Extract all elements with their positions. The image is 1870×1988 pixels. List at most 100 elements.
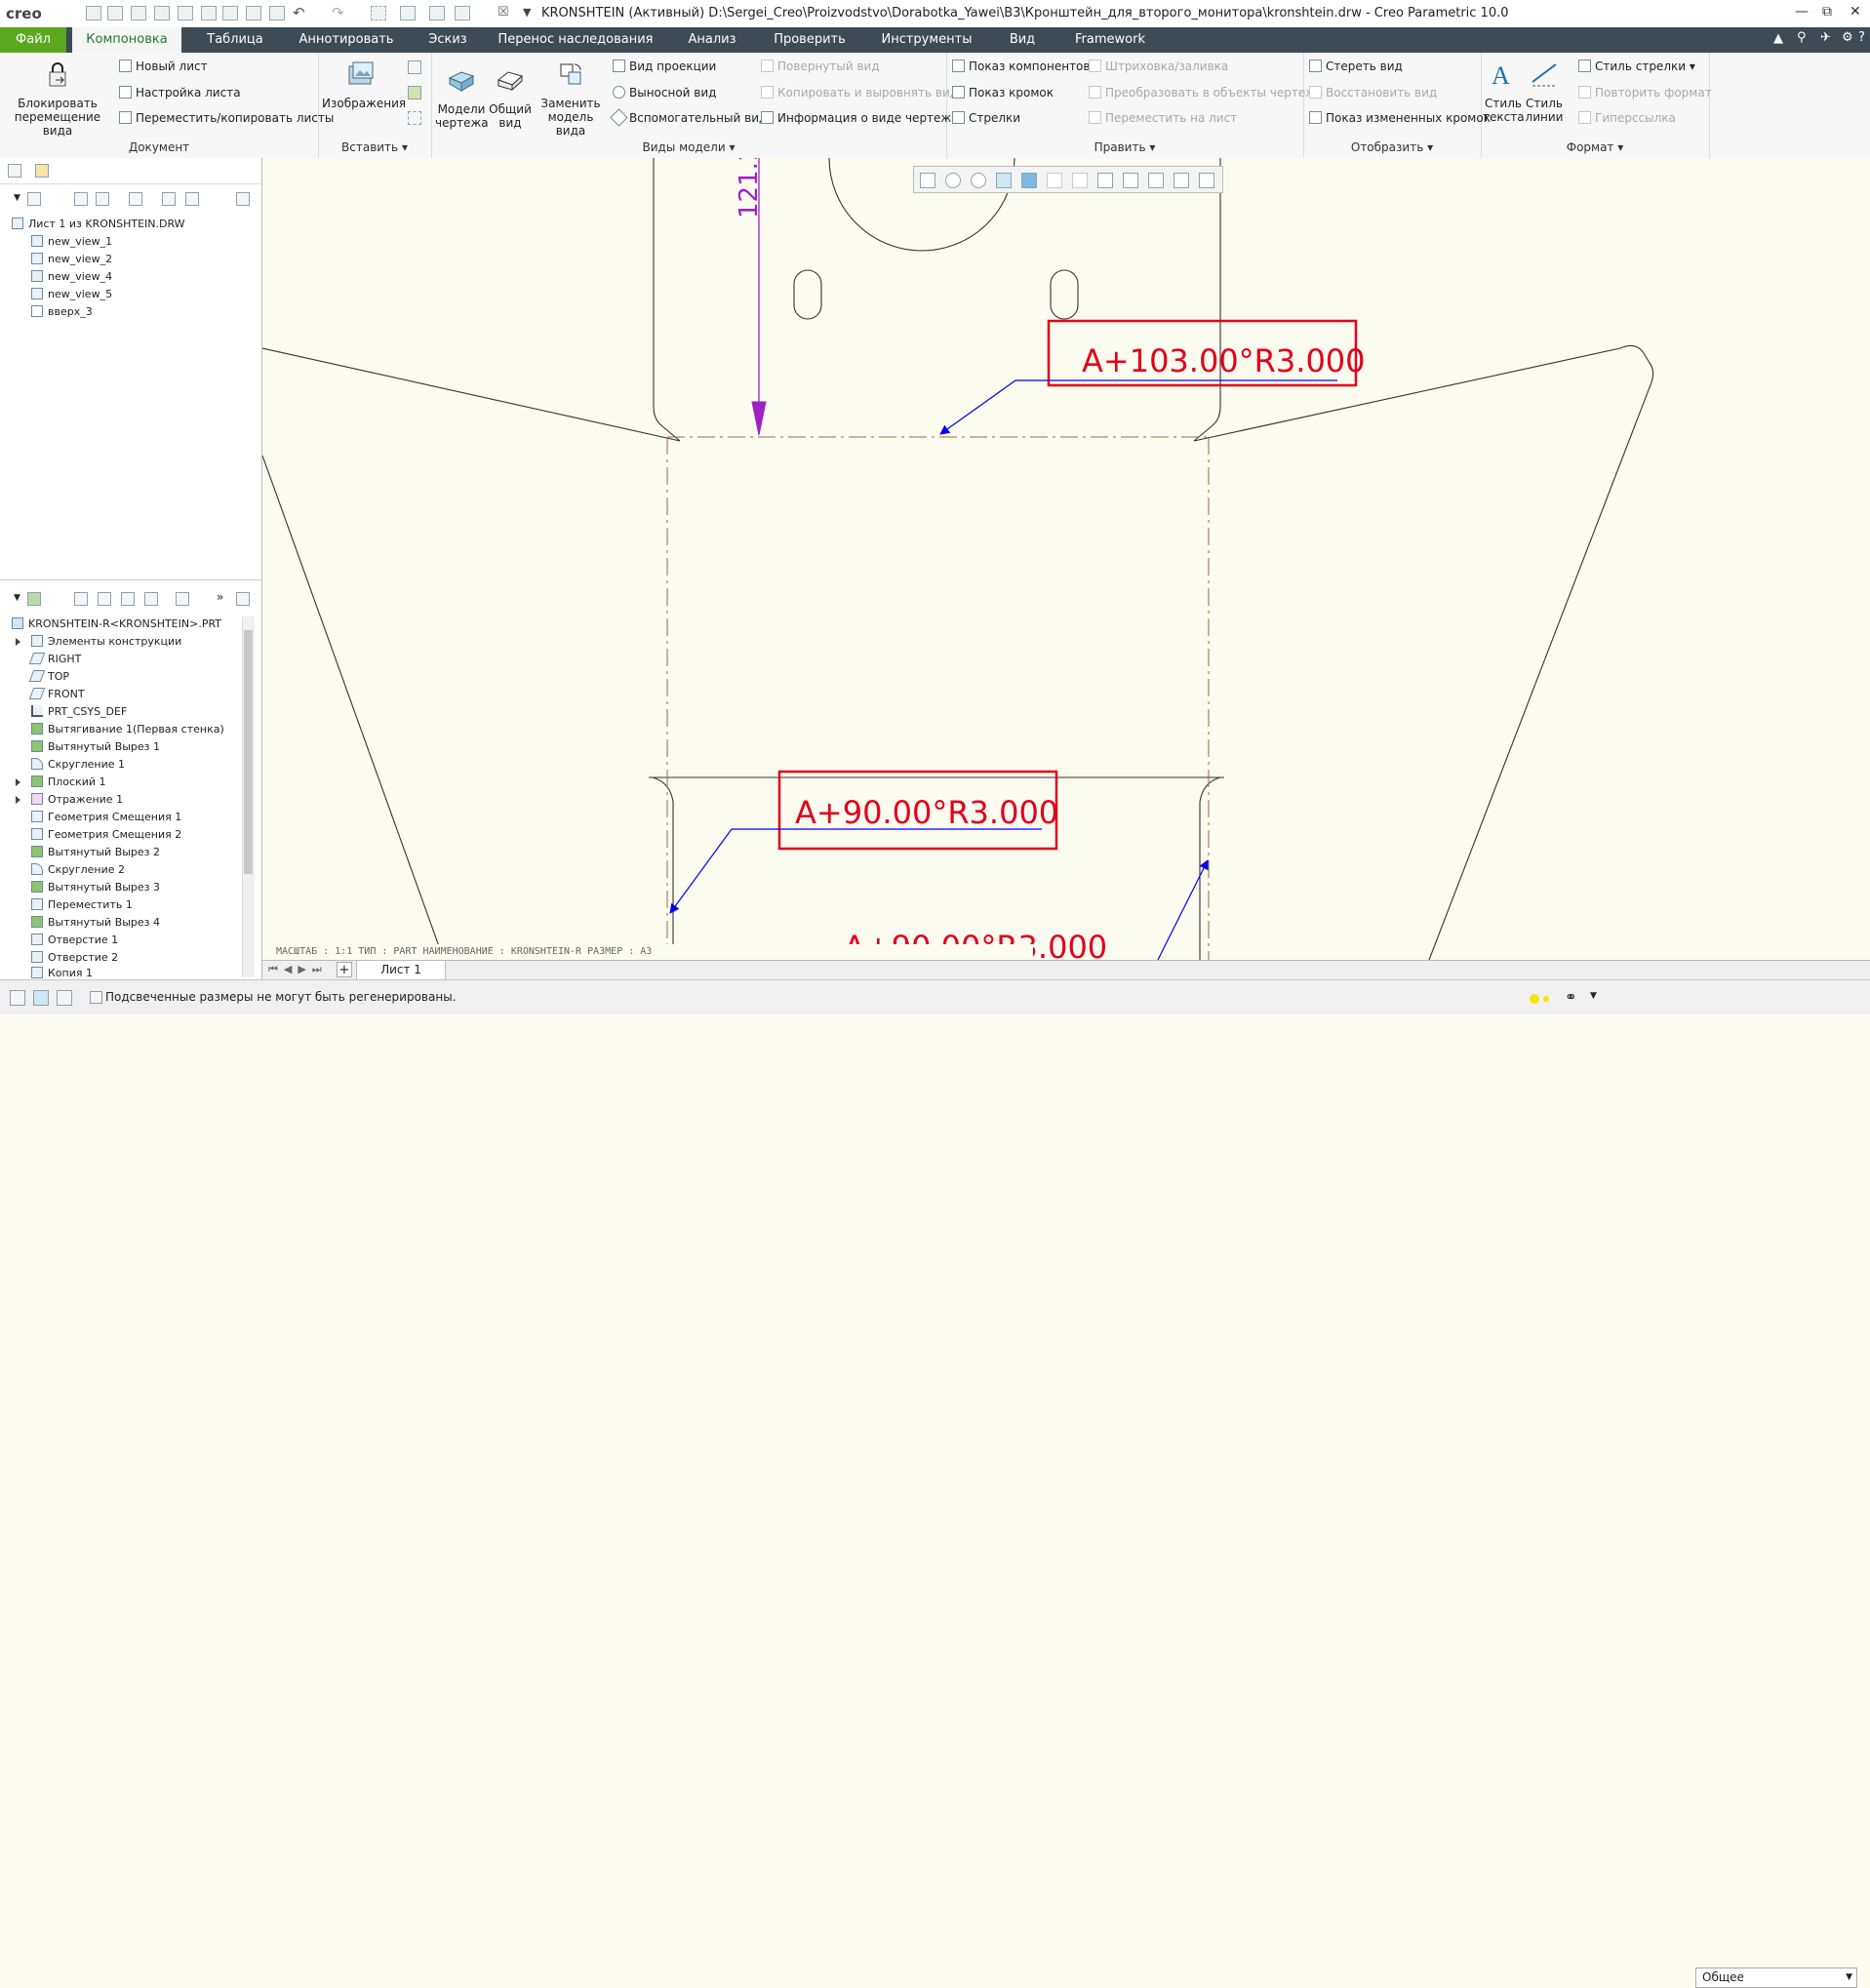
view-manager-icon[interactable] — [1072, 173, 1088, 188]
arrow-up-icon[interactable]: ▲ — [1773, 31, 1783, 46]
filter-icon[interactable] — [176, 592, 189, 606]
model-tree-item[interactable]: Скругление 2 — [31, 861, 125, 879]
insert-object-icon[interactable] — [408, 60, 421, 74]
saved-orientations-icon[interactable] — [1047, 173, 1062, 188]
model-tree-item[interactable]: TOP — [28, 668, 69, 686]
browser-toggle-icon[interactable] — [33, 990, 49, 1006]
show-edges-button[interactable]: Показ кромок — [952, 83, 1054, 102]
plane-display-icon[interactable] — [1123, 173, 1138, 188]
tree-filter-icon[interactable] — [74, 192, 88, 206]
text-style-button[interactable]: A Стиль текста — [1483, 59, 1525, 124]
repaint-icon[interactable] — [996, 173, 1012, 188]
sheet-navigation[interactable]: ⏮◀▶⏭ — [268, 963, 328, 976]
erase-view-button[interactable]: Стереть вид — [1309, 57, 1403, 76]
group-label-edit[interactable]: Править ▾ — [946, 140, 1303, 154]
close-button[interactable]: ✕ — [1850, 4, 1861, 20]
chevron-down-icon[interactable]: ▼ — [14, 193, 20, 203]
datum-display-icon[interactable] — [1097, 173, 1113, 188]
zoom-in-icon[interactable] — [945, 173, 961, 188]
drawing-view-info-button[interactable]: Информация о виде чертежа — [761, 108, 959, 128]
tree-columns-icon[interactable] — [96, 192, 109, 206]
regen-status-icon[interactable] — [1530, 994, 1539, 1004]
save-copy-icon[interactable] — [201, 6, 217, 20]
lock-view-move-button[interactable]: Блокировать перемещение вида — [4, 59, 111, 138]
open-session-icon[interactable] — [131, 6, 146, 20]
panel-options-icon[interactable] — [236, 192, 250, 206]
copy-align-view-button[interactable]: Копировать и выровнять вид — [761, 83, 958, 102]
drawing-models-button[interactable]: Модели чертежа — [435, 64, 489, 130]
group-label-insert[interactable]: Вставить ▾ — [318, 140, 431, 154]
display-style-icon[interactable] — [1021, 173, 1037, 188]
model-tree-item[interactable]: Скругление 1 — [31, 756, 125, 774]
minimize-button[interactable]: — — [1795, 4, 1809, 20]
tree-columns-icon[interactable] — [144, 592, 158, 606]
close-icon[interactable]: ☒ — [497, 5, 509, 20]
chevron-down-icon[interactable]: ▼ — [1590, 991, 1597, 1001]
model-tree-item[interactable]: Вытянутый Вырез 3 — [31, 879, 160, 896]
arrows-button[interactable]: Стрелки — [952, 108, 1020, 128]
navigator-toggle-icon[interactable] — [10, 990, 25, 1006]
open-file-icon[interactable] — [107, 6, 123, 20]
undo-icon[interactable]: ↶ — [293, 4, 305, 21]
expand-arrow-icon[interactable] — [16, 796, 20, 804]
insert-table-icon[interactable] — [408, 86, 421, 99]
add-sheet-button[interactable]: + — [337, 962, 352, 977]
tab-analysis[interactable]: Анализ — [678, 27, 746, 53]
model-tree-item[interactable]: Вытягивание 1(Первая стенка) — [31, 721, 224, 738]
new-file-icon[interactable] — [86, 6, 101, 20]
print-icon[interactable] — [246, 6, 261, 20]
help-icon[interactable]: ? — [1858, 30, 1865, 45]
tab-file[interactable]: Файл — [0, 27, 66, 53]
tab-tools[interactable]: Инструменты — [873, 27, 980, 53]
tab-view[interactable]: Вид — [995, 27, 1050, 53]
tree-item-view[interactable]: new_view_5 — [31, 286, 112, 303]
model-tree-item[interactable]: Отверстие 1 — [31, 932, 118, 949]
model-view-icon[interactable] — [74, 592, 88, 606]
revolved-view-button[interactable]: Повернутый вид — [761, 57, 880, 76]
axis-display-icon[interactable] — [1148, 173, 1164, 188]
zoom-out-icon[interactable] — [971, 173, 986, 188]
windows-icon[interactable] — [455, 6, 470, 20]
expand-tree-icon[interactable] — [98, 592, 111, 606]
group-label-format[interactable]: Формат ▾ — [1481, 140, 1709, 154]
model-tree-item[interactable]: Элементы конструкции — [31, 633, 181, 651]
projection-view-button[interactable]: Вид проекции — [613, 57, 716, 76]
tab-review[interactable]: Проверить — [761, 27, 858, 53]
expand-arrow-icon[interactable] — [16, 638, 20, 646]
selection-filter[interactable]: Общее ▼ — [1695, 1968, 1857, 1988]
close-window-icon[interactable] — [269, 6, 285, 20]
drawing-canvas[interactable]: 121.1 A+103.00°R3.000 A+90.00°R3.000 A+9… — [262, 158, 1870, 960]
restore-button[interactable]: ⧉ — [1822, 4, 1832, 20]
tree-item-view[interactable]: new_view_1 — [31, 233, 112, 251]
chevron-down-icon[interactable]: ▼ — [14, 593, 20, 603]
csys-display-icon[interactable] — [1199, 173, 1214, 188]
selection-box-icon[interactable] — [371, 6, 386, 20]
tab-sketch[interactable]: Эскиз — [415, 27, 481, 53]
refit-icon[interactable] — [920, 173, 935, 188]
model-tree-icon[interactable] — [27, 592, 41, 606]
tab-layout[interactable]: Компоновка — [72, 27, 181, 53]
search-icon[interactable]: ⚲ — [1797, 30, 1807, 45]
dimension-text[interactable]: 121.1 — [735, 158, 764, 219]
pin-icon[interactable]: ✈ — [1820, 30, 1831, 45]
redo-icon[interactable]: ↷ — [332, 4, 344, 21]
tab-framework[interactable]: Framework — [1063, 27, 1157, 53]
group-label-model-views[interactable]: Виды модели ▾ — [431, 140, 946, 154]
move-copy-sheets-button[interactable]: Переместить/копировать листы — [119, 108, 334, 128]
general-view-button[interactable]: Общий вид — [488, 64, 533, 130]
insert-frame-icon[interactable] — [408, 111, 421, 125]
arrow-style-button[interactable]: Стиль стрелки ▾ — [1578, 57, 1695, 76]
tree-item-view[interactable]: вверх_3 — [31, 303, 93, 321]
fullscreen-icon[interactable] — [57, 990, 72, 1006]
convert-to-draft-button[interactable]: Преобразовать в объекты чертежа — [1089, 83, 1323, 102]
tree-settings-icon[interactable] — [129, 192, 142, 206]
model-tree-item[interactable]: Отверстие 2 — [31, 949, 118, 967]
chevron-right-icon[interactable]: » — [217, 590, 223, 604]
point-display-icon[interactable] — [1174, 173, 1189, 188]
resume-view-button[interactable]: Восстановить вид — [1309, 83, 1437, 102]
repeat-format-button[interactable]: Повторить формат — [1578, 83, 1712, 102]
tree-item-view[interactable]: new_view_2 — [31, 251, 112, 268]
scrollbar-thumb[interactable] — [244, 630, 253, 874]
panel-options-icon[interactable] — [236, 592, 250, 606]
model-tree-root[interactable]: KRONSHTEIN-R<KRONSHTEIN>.PRT — [12, 616, 221, 633]
